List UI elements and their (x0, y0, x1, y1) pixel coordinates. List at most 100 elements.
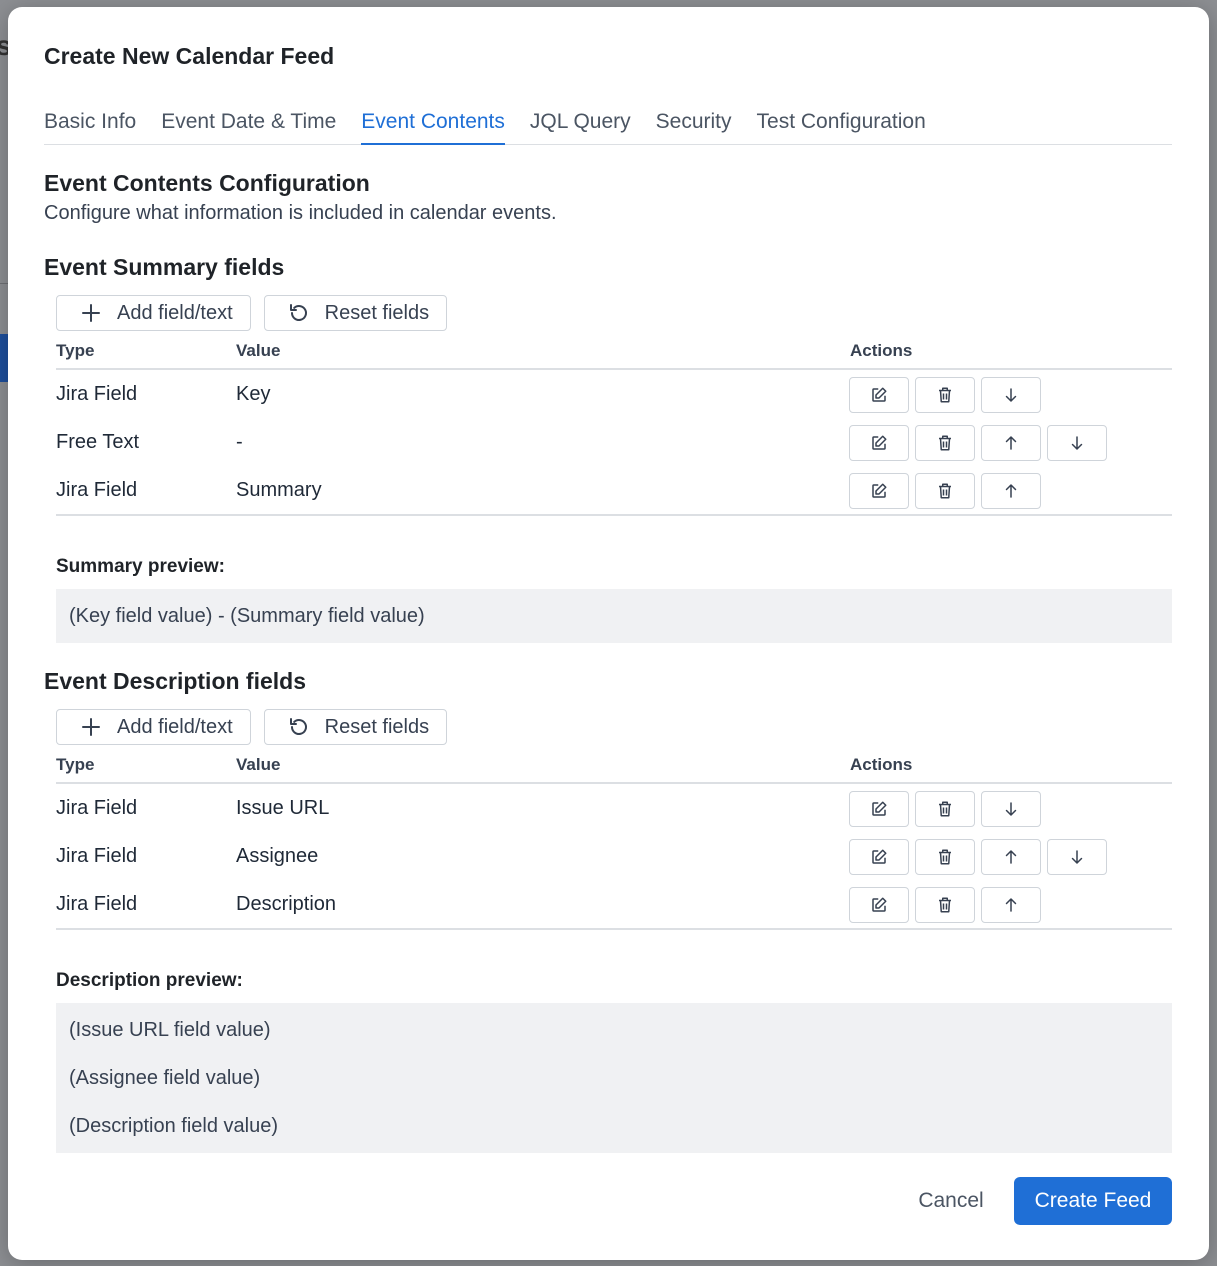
table-header: Type Value Actions (56, 335, 1172, 370)
row-type: Jira Field (56, 479, 138, 501)
column-value: Value (236, 341, 281, 360)
edit-button[interactable] (849, 425, 909, 461)
row-value: Assignee (236, 845, 319, 867)
cancel-button[interactable]: Cancel (896, 1177, 1006, 1225)
summary-preview-label: Summary preview: (56, 556, 225, 577)
summary-add-field-button[interactable]: Add field/text (56, 295, 251, 331)
description-add-field-button[interactable]: Add field/text (56, 709, 251, 745)
move-up-button[interactable] (981, 887, 1041, 923)
move-up-button[interactable] (981, 425, 1041, 461)
delete-button[interactable] (915, 791, 975, 827)
column-actions: Actions (850, 755, 913, 774)
description-button-row: Add field/text Reset fields (56, 709, 448, 745)
summary-button-row: Add field/text Reset fields (56, 295, 448, 331)
tab-event-date-time[interactable]: Event Date & Time (161, 104, 336, 145)
move-up-button[interactable] (981, 839, 1041, 875)
arrow-down-icon (1005, 388, 1017, 402)
row-value: - (236, 431, 243, 453)
trash-icon (939, 801, 951, 817)
tab-test-configuration[interactable]: Test Configuration (757, 104, 926, 145)
section-heading: Event Contents Configuration (44, 170, 370, 196)
edit-icon (872, 897, 887, 912)
edit-button[interactable] (849, 839, 909, 875)
delete-button[interactable] (915, 839, 975, 875)
arrow-up-icon (1005, 850, 1017, 864)
tab-basic-info[interactable]: Basic Info (44, 104, 136, 145)
column-actions: Actions (850, 341, 913, 360)
trash-icon (939, 387, 951, 403)
arrow-up-icon (1005, 484, 1017, 498)
delete-button[interactable] (915, 425, 975, 461)
edit-button[interactable] (849, 791, 909, 827)
row-actions (849, 839, 1107, 875)
summary-fields-table: Type Value Actions Jira Field Key Free T… (56, 335, 1172, 516)
arrow-down-icon (1071, 850, 1083, 864)
row-value: Description (236, 893, 337, 915)
reset-icon (289, 304, 307, 321)
edit-icon (872, 801, 887, 816)
column-type: Type (56, 341, 95, 360)
reset-fields-label: Reset fields (324, 715, 430, 738)
section-subtitle: Configure what information is included i… (44, 202, 557, 224)
preview-line: (Key field value) - (Summary field value… (69, 605, 425, 627)
table-row: Jira Field Key (56, 370, 1172, 418)
row-type: Jira Field (56, 383, 138, 405)
edit-button[interactable] (849, 887, 909, 923)
description-reset-fields-button[interactable]: Reset fields (263, 709, 448, 745)
table-bottom-border (56, 514, 1172, 516)
preview-line: (Issue URL field value) (69, 1019, 271, 1041)
plus-icon (82, 304, 100, 322)
delete-button[interactable] (915, 887, 975, 923)
summary-reset-fields-button[interactable]: Reset fields (263, 295, 448, 331)
tab-jql-query[interactable]: JQL Query (530, 104, 631, 145)
table-row: Jira Field Issue URL (56, 784, 1172, 832)
arrow-up-icon (1005, 436, 1017, 450)
add-field-label: Add field/text (117, 715, 233, 738)
table-bottom-border (56, 928, 1172, 930)
arrow-down-icon (1005, 802, 1017, 816)
move-down-button[interactable] (1047, 425, 1107, 461)
table-row: Jira Field Description (56, 880, 1172, 928)
description-preview-label: Description preview: (56, 970, 243, 991)
create-calendar-feed-dialog: Create New Calendar Feed Basic Info Even… (8, 7, 1209, 1260)
table-row: Jira Field Assignee (56, 832, 1172, 880)
move-down-button[interactable] (981, 377, 1041, 413)
table-row: Free Text - (56, 418, 1172, 466)
arrow-up-icon (1005, 898, 1017, 912)
row-value: Issue URL (236, 797, 330, 819)
plus-icon (82, 718, 100, 736)
dialog-title: Create New Calendar Feed (44, 43, 335, 69)
table-header: Type Value Actions (56, 749, 1172, 784)
row-type: Jira Field (56, 797, 138, 819)
row-type: Jira Field (56, 845, 138, 867)
edit-button[interactable] (849, 377, 909, 413)
trash-icon (939, 483, 951, 499)
tab-event-contents[interactable]: Event Contents (361, 104, 505, 145)
delete-button[interactable] (915, 473, 975, 509)
row-type: Jira Field (56, 893, 138, 915)
move-down-button[interactable] (1047, 839, 1107, 875)
preview-line: (Description field value) (69, 1115, 278, 1137)
add-field-label: Add field/text (117, 301, 233, 324)
row-value: Summary (236, 479, 322, 501)
description-fields-table: Type Value Actions Jira Field Issue URL … (56, 749, 1172, 930)
move-up-button[interactable] (981, 473, 1041, 509)
trash-icon (939, 849, 951, 865)
move-down-button[interactable] (981, 791, 1041, 827)
description-preview-box: (Issue URL field value) (Assignee field … (56, 1003, 1172, 1153)
table-row: Jira Field Summary (56, 466, 1172, 514)
delete-button[interactable] (915, 377, 975, 413)
row-type: Free Text (56, 431, 139, 453)
tab-bar: Basic Info Event Date & Time Event Conte… (44, 104, 1172, 145)
reset-icon (289, 718, 307, 735)
reset-fields-label: Reset fields (324, 301, 430, 324)
summary-fields-heading: Event Summary fields (44, 254, 285, 280)
column-value: Value (236, 755, 281, 774)
row-actions (849, 425, 1107, 461)
create-feed-button[interactable]: Create Feed (1014, 1177, 1172, 1225)
trash-icon (939, 897, 951, 913)
edit-button[interactable] (849, 473, 909, 509)
tab-security[interactable]: Security (656, 104, 732, 145)
description-fields-heading: Event Description fields (44, 668, 307, 694)
preview-line: (Assignee field value) (69, 1067, 261, 1089)
